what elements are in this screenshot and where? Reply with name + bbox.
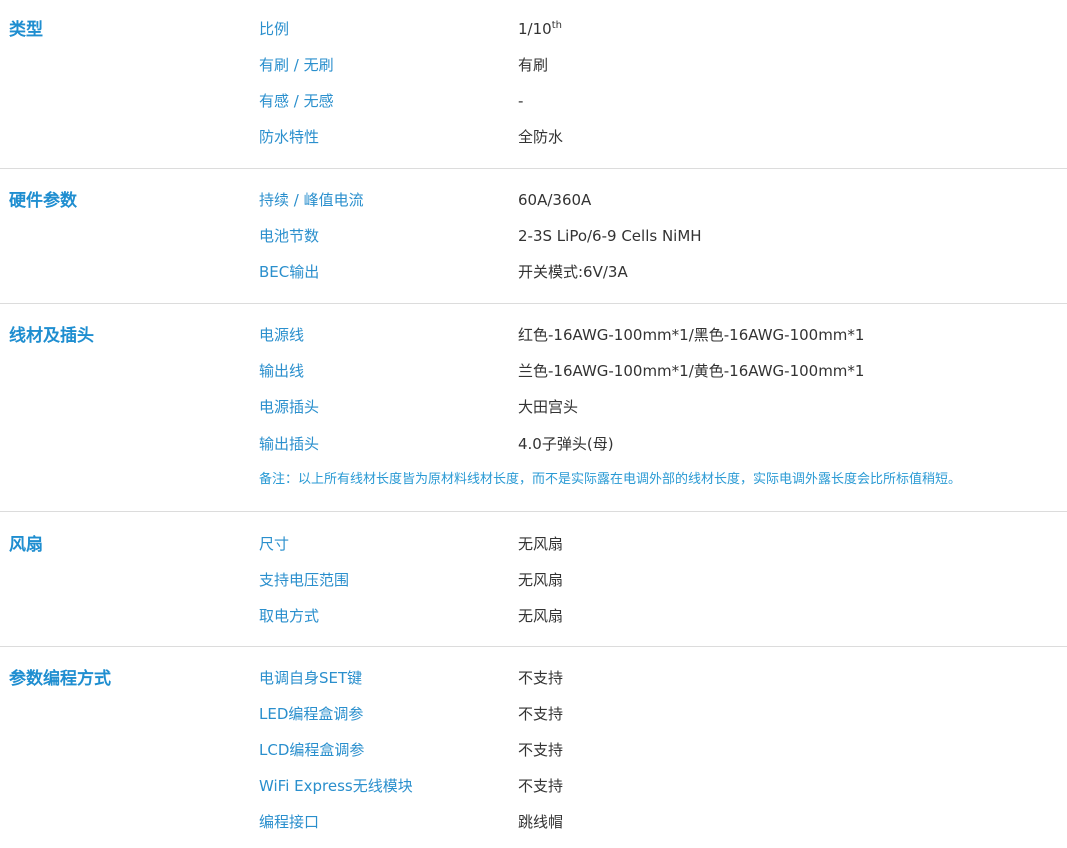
spec-row: LED编程盒调参 不支持 bbox=[0, 704, 1067, 740]
spec-row: WiFi Express无线模块 不支持 bbox=[0, 776, 1067, 812]
spec-value: 2-3S LiPo/6-9 Cells NiMH bbox=[518, 227, 702, 245]
spec-row: 电调自身SET键 不支持 bbox=[0, 668, 1067, 704]
spec-label: 防水特性 bbox=[259, 128, 320, 146]
spec-section-wires: 线材及插头 电源线 红色-16AWG-100mm*1/黑色-16AWG-100m… bbox=[0, 304, 1067, 512]
spec-section-programming: 参数编程方式 电调自身SET键 不支持 LED编程盒调参 不支持 LCD编程盒调… bbox=[0, 647, 1067, 836]
spec-row: 持续 / 峰值电流 60A/360A bbox=[0, 190, 1067, 226]
spec-value-superscript: th bbox=[551, 20, 562, 31]
wire-length-note: 备注：以上所有线材长度皆为原材料线材长度，而不是实际露在电调外部的线材长度，实际… bbox=[259, 472, 962, 487]
spec-label: 有刷 / 无刷 bbox=[259, 56, 334, 74]
spec-label: 电调自身SET键 bbox=[259, 669, 363, 687]
spec-label: 输出线 bbox=[259, 362, 305, 380]
spec-row: LCD编程盒调参 不支持 bbox=[0, 740, 1067, 776]
spec-row: 电源线 红色-16AWG-100mm*1/黑色-16AWG-100mm*1 bbox=[0, 325, 1067, 361]
spec-label: LED编程盒调参 bbox=[259, 705, 364, 723]
spec-section-fan: 风扇 尺寸 无风扇 支持电压范围 无风扇 取电方式 无风扇 bbox=[0, 512, 1067, 647]
spec-row: 防水特性 全防水 bbox=[0, 127, 1067, 163]
spec-value: 兰色-16AWG-100mm*1/黄色-16AWG-100mm*1 bbox=[518, 362, 865, 380]
spec-value: 无风扇 bbox=[518, 571, 564, 589]
spec-section-type: 类型 比例 1/10th 有刷 / 无刷 有刷 有感 / 无感 - 防水特性 全… bbox=[0, 0, 1067, 169]
spec-label: 有感 / 无感 bbox=[259, 92, 334, 110]
spec-value: - bbox=[518, 92, 524, 110]
spec-label: 支持电压范围 bbox=[259, 571, 350, 589]
spec-value: 不支持 bbox=[518, 705, 564, 723]
spec-row: 电池节数 2-3S LiPo/6-9 Cells NiMH bbox=[0, 226, 1067, 262]
spec-row: BEC输出 开关模式:6V/3A bbox=[0, 262, 1067, 298]
spec-row: 输出线 兰色-16AWG-100mm*1/黄色-16AWG-100mm*1 bbox=[0, 361, 1067, 397]
spec-row: 有感 / 无感 - bbox=[0, 91, 1067, 127]
spec-value: 无风扇 bbox=[518, 535, 564, 553]
spec-value: 1/10th bbox=[518, 19, 562, 39]
spec-value: 有刷 bbox=[518, 56, 549, 74]
spec-row: 比例 1/10th bbox=[0, 19, 1067, 55]
spec-section-hardware: 硬件参数 持续 / 峰值电流 60A/360A 电池节数 2-3S LiPo/6… bbox=[0, 169, 1067, 304]
spec-value: 无风扇 bbox=[518, 607, 564, 625]
spec-value: 60A/360A bbox=[518, 191, 592, 209]
spec-value: 不支持 bbox=[518, 777, 564, 795]
spec-value: 不支持 bbox=[518, 669, 564, 687]
spec-value: 4.0子弹头(母) bbox=[518, 435, 614, 453]
spec-value: 不支持 bbox=[518, 741, 564, 759]
spec-label: 持续 / 峰值电流 bbox=[259, 191, 364, 209]
spec-value: 跳线帽 bbox=[518, 813, 564, 831]
spec-label: 尺寸 bbox=[259, 535, 290, 553]
spec-label: LCD编程盒调参 bbox=[259, 741, 365, 759]
spec-row: 支持电压范围 无风扇 bbox=[0, 570, 1067, 606]
spec-label: 比例 bbox=[259, 20, 290, 38]
spec-row: 有刷 / 无刷 有刷 bbox=[0, 55, 1067, 91]
spec-label: 电源线 bbox=[259, 326, 305, 344]
spec-label: BEC输出 bbox=[259, 263, 320, 281]
spec-row: 尺寸 无风扇 bbox=[0, 534, 1067, 570]
spec-label: 编程接口 bbox=[259, 813, 320, 831]
spec-row: 输出插头 4.0子弹头(母) bbox=[0, 434, 1067, 470]
spec-label: 电源插头 bbox=[259, 398, 320, 416]
spec-value: 红色-16AWG-100mm*1/黑色-16AWG-100mm*1 bbox=[518, 326, 865, 344]
spec-value: 开关模式:6V/3A bbox=[518, 263, 628, 281]
spec-row: 编程接口 跳线帽 bbox=[0, 812, 1067, 848]
spec-label: WiFi Express无线模块 bbox=[259, 777, 413, 795]
spec-label: 输出插头 bbox=[259, 435, 320, 453]
spec-label: 电池节数 bbox=[259, 227, 320, 245]
spec-row: 电源插头 大田宫头 bbox=[0, 397, 1067, 433]
spec-label: 取电方式 bbox=[259, 607, 320, 625]
spec-value: 全防水 bbox=[518, 128, 564, 146]
spec-value-text: 1/10 bbox=[518, 20, 552, 38]
spec-row: 取电方式 无风扇 bbox=[0, 606, 1067, 642]
spec-value: 大田宫头 bbox=[518, 398, 579, 416]
